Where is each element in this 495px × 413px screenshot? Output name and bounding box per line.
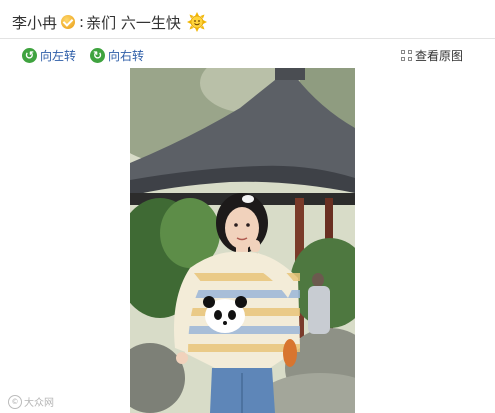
sun-smiley-icon [186, 12, 207, 32]
post-photo[interactable] [130, 68, 355, 413]
watermark-logo-icon: © [8, 394, 22, 409]
rotate-left-button[interactable]: ↺ 向左转 [22, 47, 76, 64]
view-original-label: 查看原图 [414, 49, 463, 63]
post-message: 亲们 六一生快 [86, 13, 181, 32]
post-header: 李小冉 : 亲们 六一生快 [12, 10, 207, 34]
separator-colon: : [79, 13, 85, 31]
watermark-text: 大众网 [24, 398, 54, 409]
watermark: © 大众网 [8, 394, 54, 409]
rotate-right-label: 向右转 [108, 49, 145, 63]
verified-badge-icon [61, 15, 76, 29]
image-toolbar: ↺ 向左转 ↻ 向右转 查看原图 [0, 44, 495, 68]
username-link[interactable]: 李小冉 [12, 12, 57, 33]
view-original-button[interactable]: 查看原图 [400, 47, 463, 64]
rotate-left-icon: ↺ [22, 48, 37, 63]
rotate-right-icon: ↻ [90, 48, 105, 63]
expand-icon [400, 50, 412, 61]
rotate-right-button[interactable]: ↻ 向右转 [90, 47, 144, 64]
header-divider [0, 38, 495, 39]
rotate-left-label: 向左转 [40, 49, 77, 63]
